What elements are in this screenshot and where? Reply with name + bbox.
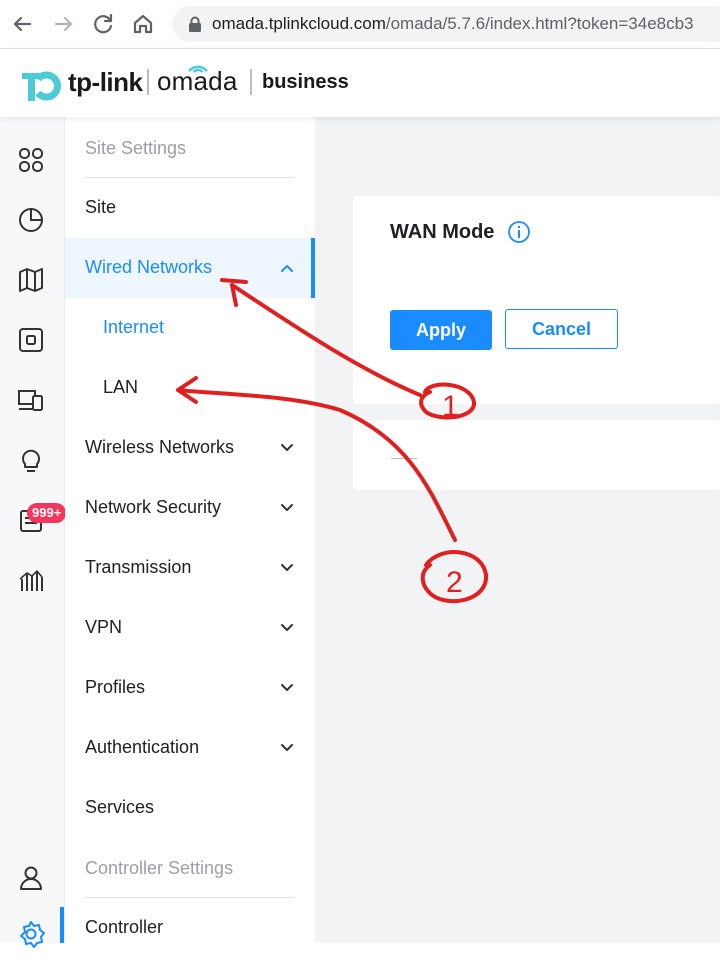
menu-item-site[interactable]: Site	[65, 178, 315, 238]
chevron-down-icon	[279, 680, 295, 696]
map-icon[interactable]	[16, 265, 46, 295]
chevron-down-icon	[279, 620, 295, 636]
settings-menu: Site Settings Site Wired Networks Intern…	[65, 117, 315, 943]
menu-item-label: Internet	[103, 317, 165, 337]
menu-item-vpn[interactable]: VPN	[65, 598, 315, 658]
cancel-button[interactable]: Cancel	[505, 309, 618, 349]
browser-toolbar: omada.tplinkcloud.com/omada/5.7.6/index.…	[0, 0, 720, 49]
main-content: WAN Mode Apply Cancel	[315, 117, 720, 943]
clients-icon[interactable]	[16, 385, 46, 415]
lock-icon	[186, 15, 204, 33]
menu-item-services[interactable]: Services	[65, 778, 315, 838]
chevron-down-icon	[279, 500, 295, 516]
info-icon[interactable]	[507, 220, 531, 244]
home-icon[interactable]	[129, 10, 157, 38]
wan-mode-card: WAN Mode Apply Cancel	[353, 196, 720, 404]
menu-item-profiles[interactable]: Profiles	[65, 658, 315, 718]
menu-item-label: Transmission	[85, 557, 192, 577]
brand-name: tp-link	[68, 67, 143, 97]
back-icon[interactable]	[8, 10, 36, 38]
section-title: WAN Mode	[390, 221, 495, 243]
menu-item-label: Network Security	[85, 497, 222, 517]
section-heading: Controller Settings	[85, 858, 234, 878]
account-icon[interactable]	[16, 863, 46, 893]
menu-item-label: Site	[85, 197, 117, 217]
menu-item-transmission[interactable]: Transmission	[65, 538, 315, 598]
reload-icon[interactable]	[89, 10, 117, 38]
chevron-down-icon	[279, 560, 295, 576]
settings-card	[353, 420, 720, 490]
chevron-down-icon	[279, 740, 295, 756]
menu-item-wired-networks[interactable]: Wired Networks	[65, 238, 315, 298]
chevron-down-icon	[279, 440, 295, 456]
devices-icon[interactable]	[16, 325, 46, 355]
divider	[391, 458, 417, 459]
menu-item-internet[interactable]: Internet	[65, 298, 315, 358]
menu-item-label: Controller	[85, 917, 164, 937]
app-header: tp-link omada business	[0, 49, 720, 117]
rail-active-indicator	[60, 907, 64, 943]
menu-item-label: Authentication	[85, 737, 200, 757]
menu-item-wireless-networks[interactable]: Wireless Networks	[65, 418, 315, 478]
menu-item-label: Wireless Networks	[85, 437, 235, 457]
reports-icon[interactable]	[16, 565, 46, 595]
statistics-icon[interactable]	[16, 205, 46, 235]
apply-button[interactable]: Apply	[390, 310, 492, 350]
icon-rail: 999+	[0, 117, 67, 948]
chevron-up-icon	[279, 260, 295, 276]
menu-item-label: LAN	[103, 377, 139, 397]
header-divider	[250, 69, 252, 95]
header-divider	[147, 69, 149, 95]
menu-item-network-security[interactable]: Network Security	[65, 478, 315, 538]
menu-item-authentication[interactable]: Authentication	[65, 718, 315, 778]
wifi-arc-icon	[188, 65, 208, 73]
edition-label: business	[262, 71, 349, 93]
menu-item-label: Profiles	[85, 677, 146, 697]
menu-item-controller[interactable]: Controller	[65, 898, 315, 958]
url-text: omada.tplinkcloud.com/omada/5.7.6/index.…	[212, 14, 694, 33]
forward-icon[interactable]	[50, 10, 78, 38]
address-bar[interactable]: omada.tplinkcloud.com/omada/5.7.6/index.…	[172, 6, 720, 42]
menu-item-label: VPN	[85, 617, 123, 637]
menu-item-lan[interactable]: LAN	[65, 358, 315, 418]
dashboard-icon[interactable]	[16, 145, 46, 175]
section-heading: Site Settings	[85, 138, 187, 158]
insight-icon[interactable]	[16, 445, 46, 475]
tp-link-logo-icon	[22, 71, 61, 101]
notification-badge: 999+	[27, 503, 67, 523]
menu-item-label: Services	[85, 797, 155, 817]
menu-item-label: Wired Networks	[85, 257, 213, 277]
settings-icon[interactable]	[16, 919, 46, 949]
